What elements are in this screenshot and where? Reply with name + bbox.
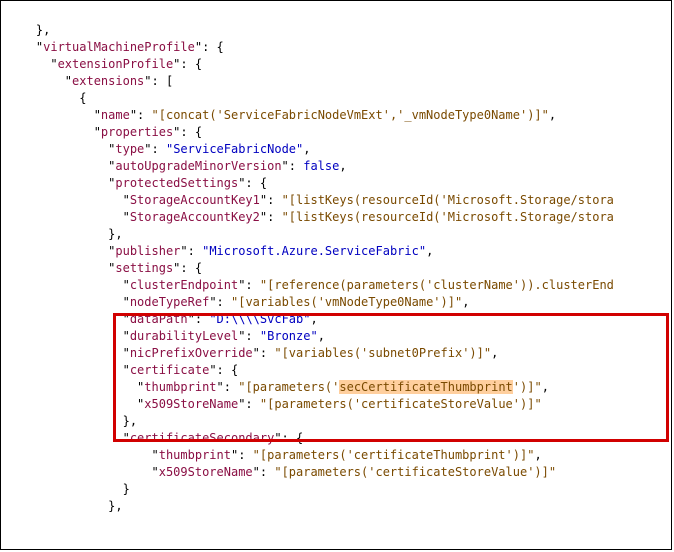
val-dataPath: D:\\\\SvcFab — [217, 312, 304, 326]
val-clusterEndpoint: [reference(parameters('clusterName')).cl… — [267, 278, 614, 292]
key-durabilityLevel: durabilityLevel — [130, 329, 238, 343]
val-nicPrefixOverride: [variables('subnet0Prefix')] — [282, 346, 484, 360]
key-type: type — [115, 142, 144, 156]
highlighted-text-mid: ertificateThumbprint — [368, 380, 513, 394]
val-sak2: [listKeys(resourceId('Microsoft.Storage/… — [289, 210, 614, 224]
key-extensions: extensions — [72, 74, 144, 88]
val-nodeTypeRef: [variables('vmNodeType0Name')] — [238, 295, 455, 309]
key-extensionProfile: extensionProfile — [58, 57, 174, 71]
key-cert2-store: x509StoreName — [159, 465, 253, 479]
val-publisher: Microsoft.Azure.ServiceFabric — [209, 244, 419, 258]
key-cert2-thumbprint: thumbprint — [159, 448, 231, 462]
code-block: }, "virtualMachineProfile": { "extension… — [1, 1, 671, 536]
key-name: name — [101, 108, 130, 122]
key-nicPrefixOverride: nicPrefixOverride — [130, 346, 253, 360]
key-dataPath: dataPath — [130, 312, 188, 326]
key-properties: properties — [101, 125, 173, 139]
key-sak2: StorageAccountKey2 — [130, 210, 260, 224]
val-durabilityLevel: Bronze — [267, 329, 310, 343]
key-nodeTypeRef: nodeTypeRef — [130, 295, 209, 309]
key-autoUpgrade: autoUpgradeMinorVersion — [115, 159, 281, 173]
key-certificate: certificate — [130, 363, 209, 377]
key-virtualMachineProfile: virtualMachineProfile — [43, 40, 195, 54]
val-cert-store: [parameters('certificateStoreValue')] — [267, 397, 534, 411]
val-name: [concat('ServiceFabricNodeVmExt','_vmNod… — [159, 108, 542, 122]
key-cert-store: x509StoreName — [144, 397, 238, 411]
val-cert-thumbprint-suffix: ')] — [513, 380, 535, 394]
close-brace: }, — [36, 23, 50, 37]
val-autoUpgrade: false — [303, 159, 339, 173]
val-type: ServiceFabricNode — [173, 142, 296, 156]
key-publisher: publisher — [115, 244, 180, 258]
key-cert-thumbprint: thumbprint — [144, 380, 216, 394]
key-protectedSettings: protectedSettings — [115, 176, 238, 190]
val-cert2-store: [parameters('certificateStoreValue')] — [282, 465, 549, 479]
val-sak1: [listKeys(resourceId('Microsoft.Storage/… — [289, 193, 614, 207]
key-clusterEndpoint: clusterEndpoint — [130, 278, 238, 292]
key-certificateSecondary: certificateSecondary — [130, 431, 275, 445]
highlighted-text: secC — [339, 380, 368, 394]
key-settings: settings — [115, 261, 173, 275]
key-sak1: StorageAccountKey1 — [130, 193, 260, 207]
val-cert-thumbprint-prefix: [parameters(' — [245, 380, 339, 394]
val-cert2-thumbprint: [parameters('certificateThumbprint')] — [260, 448, 527, 462]
